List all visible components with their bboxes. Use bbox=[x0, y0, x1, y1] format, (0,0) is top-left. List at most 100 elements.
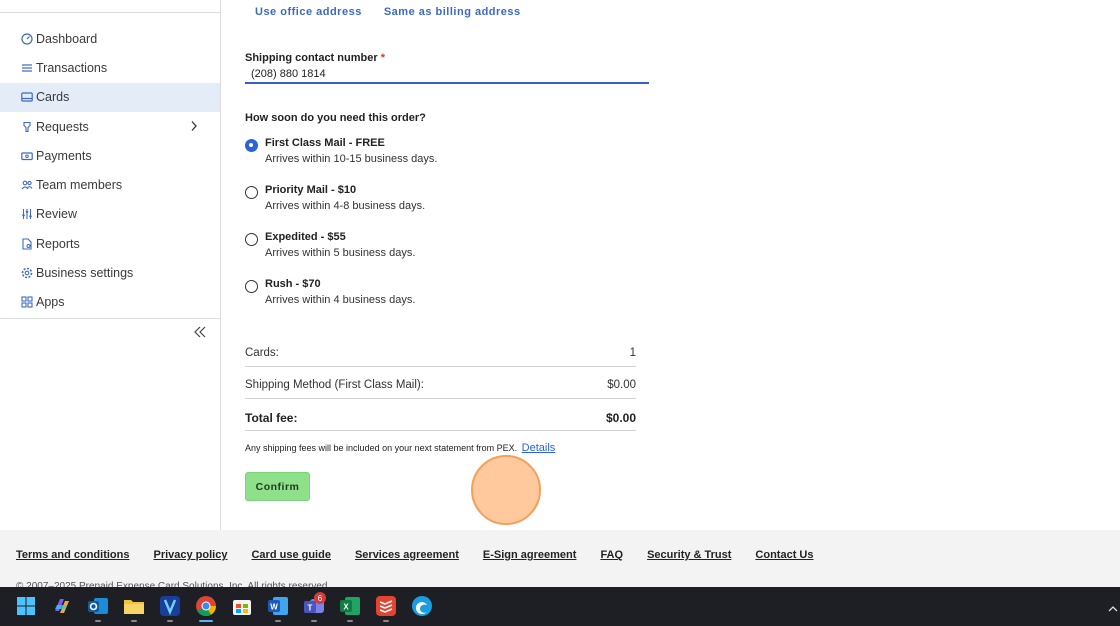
sidebar-item-label: Dashboard bbox=[36, 31, 98, 46]
footer-links: Terms and conditions Privacy policy Card… bbox=[16, 549, 813, 561]
sidebar: Dashboard Transactions Cards Requests Pa… bbox=[0, 0, 221, 530]
file-explorer-icon[interactable] bbox=[123, 595, 145, 617]
sidebar-item-business-settings[interactable]: Business settings bbox=[0, 258, 220, 287]
radio-button[interactable] bbox=[245, 280, 258, 293]
footer-link-card-use-guide[interactable]: Card use guide bbox=[251, 549, 330, 561]
option-description: Arrives within 4 business days. bbox=[265, 294, 416, 306]
summary-value: 1 bbox=[629, 347, 636, 359]
sidebar-item-label: Transactions bbox=[36, 60, 108, 75]
footer-link-terms[interactable]: Terms and conditions bbox=[16, 549, 129, 561]
team-icon bbox=[20, 179, 33, 192]
collapse-sidebar-icon[interactable] bbox=[192, 324, 208, 340]
visio-icon[interactable] bbox=[159, 595, 181, 617]
address-shortcuts: Use office address Same as billing addre… bbox=[255, 6, 521, 18]
summary-label: Cards: bbox=[245, 347, 279, 359]
taskbar-active-indicator bbox=[199, 620, 213, 622]
taskbar-open-indicator bbox=[275, 620, 281, 622]
option-title: First Class Mail - FREE bbox=[265, 137, 385, 149]
footer-link-security-trust[interactable]: Security & Trust bbox=[647, 549, 731, 561]
sidebar-item-label: Payments bbox=[36, 148, 92, 163]
taskbar-open-indicator bbox=[95, 620, 101, 622]
sidebar-item-label: Team members bbox=[36, 178, 123, 193]
shipping-option-priority[interactable]: Priority Mail - $10 Arrives within 4-8 b… bbox=[245, 184, 665, 220]
sidebar-item-label: Business settings bbox=[36, 266, 134, 281]
details-link[interactable]: Details bbox=[522, 442, 556, 454]
edge-icon[interactable] bbox=[411, 595, 433, 617]
sidebar-nav: Dashboard Transactions Cards Requests Pa… bbox=[0, 24, 220, 317]
chrome-icon[interactable] bbox=[195, 595, 217, 617]
sidebar-item-reports[interactable]: Reports bbox=[0, 229, 220, 258]
radio-button[interactable] bbox=[245, 186, 258, 199]
svg-text:X: X bbox=[343, 603, 349, 612]
summary-total-row: Total fee: $0.00 bbox=[245, 411, 636, 431]
sidebar-divider bbox=[0, 12, 220, 13]
phone-label-text: Shipping contact number bbox=[245, 52, 378, 64]
phone-field-label: Shipping contact number * bbox=[245, 52, 385, 64]
footer-link-privacy[interactable]: Privacy policy bbox=[153, 549, 227, 561]
outlook-icon[interactable] bbox=[87, 595, 109, 617]
fee-note-text: Any shipping fees will be included on yo… bbox=[245, 443, 518, 453]
sidebar-item-label: Cards bbox=[36, 90, 70, 105]
svg-text:W: W bbox=[270, 603, 278, 612]
summary-shipping-row: Shipping Method (First Class Mail): $0.0… bbox=[245, 379, 636, 399]
windows-start-icon[interactable] bbox=[15, 595, 37, 617]
sidebar-item-label: Apps bbox=[36, 295, 65, 310]
summary-label: Total fee: bbox=[245, 411, 298, 425]
summary-value: $0.00 bbox=[605, 411, 636, 425]
payments-icon bbox=[20, 149, 33, 162]
footer-link-contact-us[interactable]: Contact Us bbox=[755, 549, 813, 561]
option-title: Priority Mail - $10 bbox=[265, 184, 357, 196]
dashboard-icon bbox=[20, 32, 33, 45]
footer: Terms and conditions Privacy policy Card… bbox=[0, 530, 1120, 587]
sidebar-item-payments[interactable]: Payments bbox=[0, 141, 220, 170]
shipping-option-rush[interactable]: Rush - $70 Arrives within 4 business day… bbox=[245, 278, 665, 314]
apps-icon bbox=[20, 296, 33, 309]
required-mark: * bbox=[380, 52, 385, 64]
word-icon[interactable]: W bbox=[267, 595, 289, 617]
sidebar-item-review[interactable]: Review bbox=[0, 200, 220, 229]
sidebar-item-label: Review bbox=[36, 207, 77, 222]
list-icon bbox=[20, 61, 33, 74]
radio-button[interactable] bbox=[245, 233, 258, 246]
reports-icon bbox=[20, 237, 33, 250]
todoist-icon[interactable] bbox=[375, 595, 397, 617]
microsoft-store-icon[interactable] bbox=[231, 595, 253, 617]
summary-cards-row: Cards: 1 bbox=[245, 347, 636, 367]
option-title: Expedited - $55 bbox=[265, 231, 346, 243]
copilot-icon[interactable] bbox=[51, 595, 73, 617]
sidebar-item-requests[interactable]: Requests bbox=[0, 112, 220, 141]
taskbar-open-indicator bbox=[383, 620, 389, 622]
use-office-address-link[interactable]: Use office address bbox=[255, 6, 362, 18]
shipping-fee-note: Any shipping fees will be included on yo… bbox=[245, 442, 555, 454]
taskbar-open-indicator bbox=[167, 620, 173, 622]
sidebar-divider bbox=[0, 318, 220, 319]
confirm-button[interactable]: Confirm bbox=[245, 472, 310, 501]
sidebar-item-transactions[interactable]: Transactions bbox=[0, 53, 220, 82]
shipping-speed-question: How soon do you need this order? bbox=[245, 112, 426, 124]
gear-icon bbox=[20, 267, 33, 280]
sidebar-item-label: Requests bbox=[36, 119, 89, 134]
chevron-up-icon[interactable] bbox=[1108, 600, 1118, 618]
sidebar-item-label: Reports bbox=[36, 236, 80, 251]
sliders-icon bbox=[20, 208, 33, 221]
taskbar-open-indicator bbox=[311, 620, 317, 622]
main-content: Use office address Same as billing addre… bbox=[221, 0, 1120, 530]
shipping-option-expedited[interactable]: Expedited - $55 Arrives within 5 busines… bbox=[245, 231, 665, 267]
sidebar-item-team-members[interactable]: Team members bbox=[0, 170, 220, 199]
footer-link-esign-agreement[interactable]: E-Sign agreement bbox=[483, 549, 577, 561]
notification-badge: 6 bbox=[314, 592, 326, 604]
sidebar-item-cards[interactable]: Cards bbox=[0, 82, 220, 112]
sidebar-item-apps[interactable]: Apps bbox=[0, 288, 220, 317]
same-as-billing-link[interactable]: Same as billing address bbox=[384, 6, 521, 18]
sidebar-item-dashboard[interactable]: Dashboard bbox=[0, 24, 220, 53]
taskbar-open-indicator bbox=[131, 620, 137, 622]
footer-link-faq[interactable]: FAQ bbox=[600, 549, 623, 561]
excel-icon[interactable]: X bbox=[339, 595, 361, 617]
footer-link-services-agreement[interactable]: Services agreement bbox=[355, 549, 459, 561]
shipping-option-first-class[interactable]: First Class Mail - FREE Arrives within 1… bbox=[245, 137, 665, 173]
taskbar-open-indicator bbox=[347, 620, 353, 622]
chevron-right-icon[interactable] bbox=[190, 120, 198, 135]
radio-button-selected[interactable] bbox=[245, 139, 258, 152]
shipping-phone-input[interactable] bbox=[245, 65, 649, 84]
card-icon bbox=[20, 91, 33, 104]
